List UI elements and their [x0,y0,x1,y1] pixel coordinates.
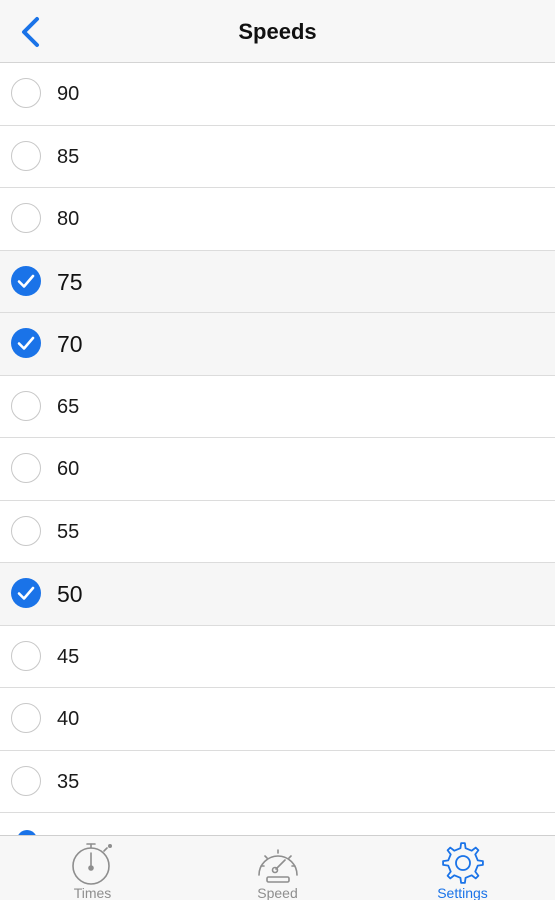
speed-label: 55 [57,520,80,543]
unchecked-circle-icon[interactable] [11,640,41,671]
unchecked-circle-icon[interactable] [11,515,41,546]
speed-label: 40 [57,708,80,730]
speed-row[interactable]: 85 [0,125,555,188]
speed-label: 75 [57,268,83,295]
tab-bar: Times Speed Settings [0,835,555,900]
speed-label: 35 [57,770,80,793]
speed-row[interactable]: 40 [0,688,555,751]
speed-row[interactable]: 60 [0,438,555,501]
tab-speed-label: Speed [257,885,298,900]
tab-speed[interactable]: Speed [185,836,370,900]
tab-times-label: Times [73,885,112,900]
speed-row[interactable]: 35 [0,750,555,813]
speed-label: 65 [57,395,80,418]
checked-circle-icon[interactable] [11,578,41,608]
unchecked-circle-icon[interactable] [11,203,41,233]
checkmark-icon [17,274,35,288]
back-button[interactable] [10,12,50,52]
checked-circle-icon[interactable] [11,328,41,358]
speed-row[interactable]: 65 [0,375,555,438]
navigation-bar: Speeds [0,0,555,63]
tab-times[interactable]: Times [0,836,185,900]
speeds-list: 90 85 80 75 70 65 60 55 50 45 40 35 [0,63,555,835]
stopwatch-icon [71,843,112,885]
speed-label: 70 [57,331,83,357]
speedometer-icon [257,849,298,883]
speed-row[interactable]: 70 [0,313,555,376]
speed-row[interactable]: 45 [0,625,555,688]
unchecked-circle-icon[interactable] [11,78,41,108]
unchecked-circle-icon[interactable] [11,703,41,733]
speed-label: 90 [57,83,80,105]
speed-row[interactable]: 50 [0,563,555,626]
speed-row[interactable]: 75 [0,250,555,313]
speed-label: 80 [57,208,80,230]
speed-label: 45 [57,645,80,668]
tab-settings-label: Settings [437,885,488,900]
unchecked-circle-icon[interactable] [11,140,41,171]
speed-row[interactable]: 55 [0,500,555,563]
checkmark-icon [17,336,35,350]
speed-row[interactable]: 80 [0,188,555,251]
page-title: Speeds [238,19,317,44]
checked-circle-icon[interactable] [11,265,41,296]
speed-label: 60 [57,458,80,480]
gear-icon [441,842,484,884]
unchecked-circle-icon[interactable] [11,453,41,483]
checkmark-icon [17,586,35,600]
speed-label: 85 [57,145,80,168]
tab-settings[interactable]: Settings [370,836,555,900]
unchecked-circle-icon[interactable] [11,390,41,421]
chevron-left-icon [22,17,39,47]
speed-row[interactable]: 90 [0,63,555,126]
speed-label: 50 [57,581,83,607]
unchecked-circle-icon[interactable] [11,765,41,796]
